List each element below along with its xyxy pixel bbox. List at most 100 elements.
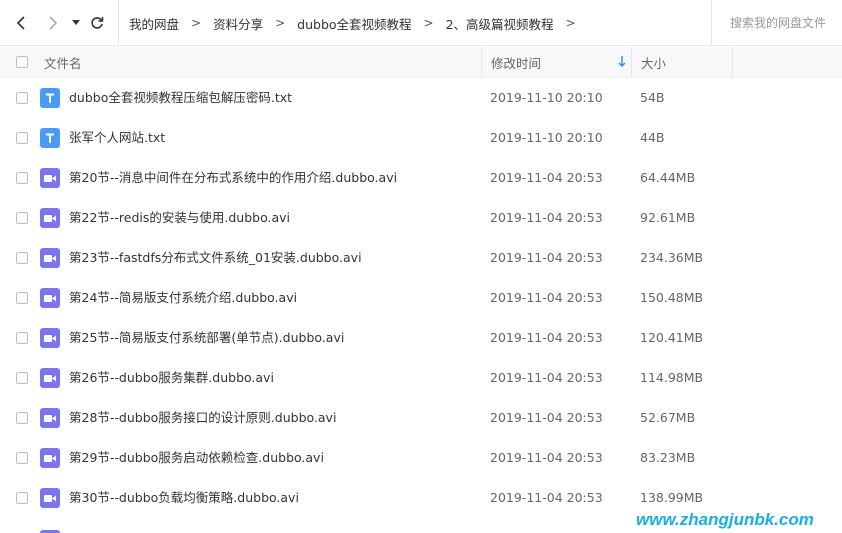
breadcrumb-separator: > <box>191 16 202 30</box>
file-modified-date: 2019-11-04 20:53 <box>490 330 603 345</box>
file-name[interactable]: 第29节--dubbo服务启动依赖检查.dubbo.avi <box>69 438 324 478</box>
checkbox-box <box>16 492 28 504</box>
file-name[interactable]: 第24节--简易版支付系统介绍.dubbo.avi <box>69 278 297 318</box>
video-file-icon <box>40 168 60 188</box>
file-size: 92.61MB <box>640 210 696 225</box>
navigation-bar: 我的网盘 > 资料分享 > dubbo全套视频教程 > 2、高级篇视频教程 > <box>0 0 842 46</box>
row-checkbox[interactable] <box>15 291 29 305</box>
row-checkbox[interactable] <box>15 211 29 225</box>
file-name[interactable]: dubbo全套视频教程压缩包解压密码.txt <box>69 78 292 118</box>
column-header-spacer <box>732 47 842 77</box>
row-checkbox[interactable] <box>15 411 29 425</box>
checkbox-box <box>16 172 28 184</box>
file-size: 150.48MB <box>640 290 704 305</box>
column-header-modified[interactable]: 修改时间 <box>481 47 631 77</box>
file-size: 52.67MB <box>640 410 696 425</box>
breadcrumb-separator: > <box>275 16 286 30</box>
file-modified-date: 2019-11-04 20:53 <box>490 490 603 505</box>
video-file-icon <box>40 488 60 508</box>
video-file-icon <box>40 408 60 428</box>
file-row[interactable]: 第22节--redis的安装与使用.dubbo.avi 2019-11-04 2… <box>0 198 842 238</box>
file-list-header: 文件名 修改时间 大小 <box>0 47 842 78</box>
file-row[interactable]: 第28节--dubbo服务接口的设计原则.dubbo.avi 2019-11-0… <box>0 398 842 438</box>
column-header-size-label: 大小 <box>641 55 667 71</box>
file-name[interactable]: 张军个人网站.txt <box>69 118 165 158</box>
chevron-right-icon <box>49 16 58 30</box>
checkbox-box <box>16 132 28 144</box>
file-row[interactable]: 第25节--简易版支付系统部署(单节点).dubbo.avi 2019-11-0… <box>0 318 842 358</box>
file-row[interactable]: dubbo全套视频教程压缩包解压密码.txt 2019-11-10 20:10 … <box>0 78 842 118</box>
text-file-icon <box>40 128 60 148</box>
checkbox-box <box>16 252 28 264</box>
file-size: 120.41MB <box>640 330 704 345</box>
video-file-icon <box>40 248 60 268</box>
breadcrumb-item-current[interactable]: 2、高级篇视频教程 <box>446 14 554 33</box>
video-file-icon <box>40 328 60 348</box>
file-row[interactable]: 第26节--dubbo服务集群.dubbo.avi 2019-11-04 20:… <box>0 358 842 398</box>
video-file-icon <box>40 448 60 468</box>
select-all-checkbox[interactable] <box>15 55 29 69</box>
file-modified-date: 2019-11-04 20:53 <box>490 210 603 225</box>
file-modified-date: 2019-11-04 20:53 <box>490 250 603 265</box>
file-size: 234.36MB <box>640 250 704 265</box>
file-size: 64.44MB <box>640 170 696 185</box>
breadcrumb-item[interactable]: dubbo全套视频教程 <box>297 14 411 33</box>
file-modified-date: 2019-11-04 20:53 <box>490 410 603 425</box>
file-row[interactable]: 第24节--简易版支付系统介绍.dubbo.avi 2019-11-04 20:… <box>0 278 842 318</box>
file-row[interactable]: 第20节--消息中间件在分布式系统中的作用介绍.dubbo.avi 2019-1… <box>0 158 842 198</box>
file-name[interactable]: 第26节--dubbo服务集群.dubbo.avi <box>69 358 274 398</box>
file-modified-date: 2019-11-04 20:53 <box>490 450 603 465</box>
row-checkbox[interactable] <box>15 251 29 265</box>
checkbox-box <box>16 292 28 304</box>
video-file-icon <box>40 288 60 308</box>
breadcrumb-separator: > <box>423 16 434 30</box>
checkbox-box <box>16 452 28 464</box>
file-size: 114.98MB <box>640 370 704 385</box>
file-name[interactable]: 第22节--redis的安装与使用.dubbo.avi <box>69 198 290 238</box>
forward-button[interactable] <box>42 13 62 33</box>
history-dropdown[interactable] <box>66 13 86 33</box>
refresh-icon <box>91 17 104 29</box>
file-name[interactable]: 第25节--简易版支付系统部署(单节点).dubbo.avi <box>69 318 344 358</box>
checkbox-box <box>16 412 28 424</box>
row-checkbox[interactable] <box>15 331 29 345</box>
column-header-modified-label: 修改时间 <box>491 55 542 71</box>
row-checkbox[interactable] <box>15 491 29 505</box>
row-checkbox[interactable] <box>15 171 29 185</box>
file-modified-date: 2019-11-04 20:53 <box>490 290 603 305</box>
arrow-down-icon <box>618 56 626 68</box>
checkbox-box <box>16 92 28 104</box>
file-row[interactable]: 第23节--fastdfs分布式文件系统_01安装.dubbo.avi 2019… <box>0 238 842 278</box>
file-size: 44B <box>640 130 665 145</box>
row-checkbox[interactable] <box>15 451 29 465</box>
checkbox-box <box>16 332 28 344</box>
back-button[interactable] <box>12 13 32 33</box>
search-box <box>711 0 842 46</box>
search-input[interactable] <box>712 12 842 34</box>
watermark: www.zhangjunbk.com <box>636 510 814 529</box>
file-name[interactable]: 第23节--fastdfs分布式文件系统_01安装.dubbo.avi <box>69 238 362 278</box>
file-size: 83.23MB <box>640 450 696 465</box>
breadcrumb-separator: > <box>565 16 576 30</box>
row-checkbox[interactable] <box>15 91 29 105</box>
column-header-size[interactable]: 大小 <box>631 47 732 77</box>
caret-down-icon <box>72 20 80 25</box>
breadcrumb-item[interactable]: 资料分享 <box>213 14 263 33</box>
text-file-icon <box>40 88 60 108</box>
column-header-name-label: 文件名 <box>44 55 82 71</box>
column-header-name[interactable]: 文件名 <box>44 47 480 77</box>
file-name[interactable]: 第20节--消息中间件在分布式系统中的作用介绍.dubbo.avi <box>69 158 397 198</box>
file-row[interactable]: 张军个人网站.txt 2019-11-10 20:10 44B <box>0 118 842 158</box>
checkbox-box <box>16 56 28 68</box>
breadcrumb-item[interactable]: 我的网盘 <box>129 14 179 33</box>
video-file-icon <box>40 368 60 388</box>
refresh-button[interactable] <box>87 13 107 33</box>
file-size: 54B <box>640 90 665 105</box>
checkbox-box <box>16 212 28 224</box>
file-modified-date: 2019-11-10 20:10 <box>490 90 603 105</box>
file-name[interactable]: 第28节--dubbo服务接口的设计原则.dubbo.avi <box>69 398 336 438</box>
row-checkbox[interactable] <box>15 131 29 145</box>
row-checkbox[interactable] <box>15 371 29 385</box>
file-name[interactable]: 第30节--dubbo负载均衡策略.dubbo.avi <box>69 478 299 518</box>
file-row[interactable]: 第29节--dubbo服务启动依赖检查.dubbo.avi 2019-11-04… <box>0 438 842 478</box>
